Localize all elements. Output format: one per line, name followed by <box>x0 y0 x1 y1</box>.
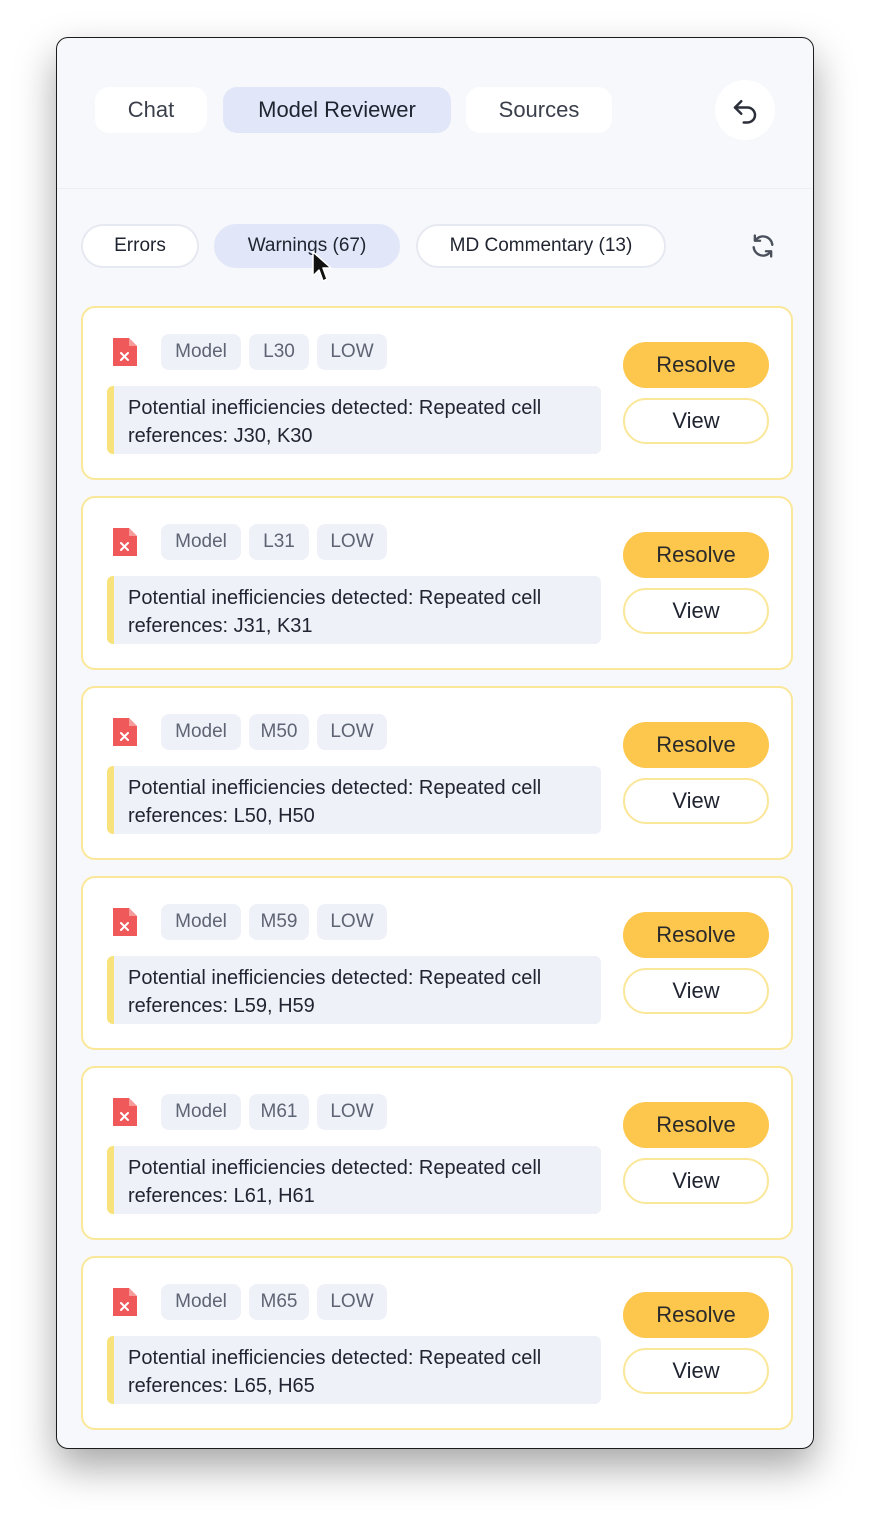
source-tag: Model <box>161 904 241 940</box>
view-button[interactable]: View <box>623 1158 769 1204</box>
filter-md-commentary[interactable]: MD Commentary (13) <box>416 224 666 268</box>
file-error-icon <box>113 908 137 936</box>
undo-arrow-icon <box>733 100 757 124</box>
resolve-button[interactable]: Resolve <box>623 722 769 768</box>
severity-tag: LOW <box>317 334 387 370</box>
source-tag: Model <box>161 1284 241 1320</box>
reviewer-panel: Chat Model Reviewer Sources Errors Warni… <box>56 37 814 1449</box>
source-tag: Model <box>161 524 241 560</box>
view-button[interactable]: View <box>623 398 769 444</box>
issue-list: Model L30 LOW Potential inefficiencies det… <box>81 306 793 1446</box>
file-error-icon <box>113 1288 137 1316</box>
resolve-button[interactable]: Resolve <box>623 532 769 578</box>
tab-sources[interactable]: Sources <box>466 87 612 133</box>
source-tag: Model <box>161 714 241 750</box>
resolve-button[interactable]: Resolve <box>623 1292 769 1338</box>
resolve-button[interactable]: Resolve <box>623 342 769 388</box>
severity-tag: LOW <box>317 1094 387 1130</box>
issue-message: Potential inefficiencies detected: Repea… <box>107 1336 601 1404</box>
cell-tag: M50 <box>249 714 309 750</box>
issue-message: Potential inefficiencies detected: Repea… <box>107 766 601 834</box>
cell-tag: L31 <box>249 524 309 560</box>
back-button[interactable] <box>715 80 775 140</box>
file-error-icon <box>113 528 137 556</box>
cell-tag: M65 <box>249 1284 309 1320</box>
source-tag: Model <box>161 1094 241 1130</box>
cell-tag: L30 <box>249 334 309 370</box>
filter-warnings[interactable]: Warnings (67) <box>214 224 400 268</box>
issue-card: Model M50 LOW Potential inefficiencies det… <box>81 686 793 860</box>
file-error-icon <box>113 338 137 366</box>
issue-card: Model M59 LOW Potential inefficiencies det… <box>81 876 793 1050</box>
issue-card: Model L31 LOW Potential inefficiencies det… <box>81 496 793 670</box>
issue-card: Model M65 LOW Potential inefficiencies det… <box>81 1256 793 1430</box>
issue-message: Potential inefficiencies detected: Repea… <box>107 386 601 454</box>
view-button[interactable]: View <box>623 1348 769 1394</box>
filter-errors[interactable]: Errors <box>81 224 199 268</box>
issue-card: Model L30 LOW Potential inefficiencies det… <box>81 306 793 480</box>
severity-tag: LOW <box>317 524 387 560</box>
resolve-button[interactable]: Resolve <box>623 1102 769 1148</box>
resolve-button[interactable]: Resolve <box>623 912 769 958</box>
issue-card: Model M61 LOW Potential inefficiencies det… <box>81 1066 793 1240</box>
view-button[interactable]: View <box>623 968 769 1014</box>
cell-tag: M59 <box>249 904 309 940</box>
severity-tag: LOW <box>317 1284 387 1320</box>
issue-message: Potential inefficiencies detected: Repea… <box>107 956 601 1024</box>
severity-tag: LOW <box>317 904 387 940</box>
tab-model-reviewer[interactable]: Model Reviewer <box>223 87 451 133</box>
refresh-button[interactable] <box>747 230 779 262</box>
file-error-icon <box>113 1098 137 1126</box>
issue-message: Potential inefficiencies detected: Repea… <box>107 1146 601 1214</box>
view-button[interactable]: View <box>623 778 769 824</box>
file-error-icon <box>113 718 137 746</box>
issue-message: Potential inefficiencies detected: Repea… <box>107 576 601 644</box>
tab-chat[interactable]: Chat <box>95 87 207 133</box>
source-tag: Model <box>161 334 241 370</box>
cell-tag: M61 <box>249 1094 309 1130</box>
severity-tag: LOW <box>317 714 387 750</box>
refresh-icon <box>752 234 774 258</box>
view-button[interactable]: View <box>623 588 769 634</box>
top-tab-bar: Chat Model Reviewer Sources <box>57 38 813 189</box>
